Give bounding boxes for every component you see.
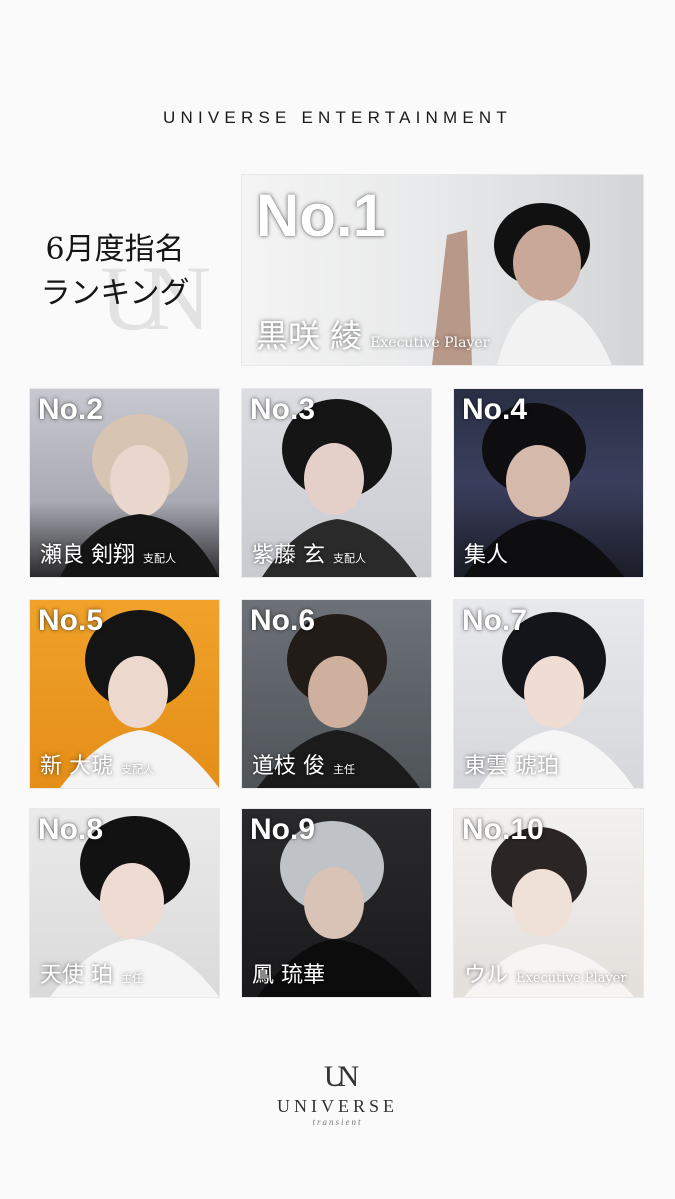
host-position: 主任 (333, 763, 355, 776)
host-position: 支配人 (143, 552, 176, 565)
ranking-title: UN 6月度指名 ランキング (30, 228, 220, 368)
title-line-1: 6月度指名 (45, 232, 185, 267)
host-position: 支配人 (333, 552, 366, 565)
host-position: Executive Player (516, 971, 627, 986)
rank-label: No.4 (462, 393, 528, 426)
title-line-2: ランキング (40, 276, 190, 311)
rank-label: No.7 (462, 604, 528, 637)
host-name: 集人 (464, 543, 509, 568)
ranking-card-2[interactable]: No.2 瀬良 剣翔 支配人 (30, 389, 219, 577)
rank-label: No.10 (462, 813, 544, 846)
footer-brand: UNIVERSE (277, 1096, 398, 1116)
ranking-card-9[interactable]: No.9 鳳 琉華 (242, 809, 431, 997)
universe-logo-mark: UN (323, 1060, 359, 1093)
ranking-card-10[interactable]: No.10 ウル Executive Player (454, 809, 643, 997)
rank-label: No.8 (38, 813, 104, 846)
host-name: 東雲 琥珀 (464, 754, 559, 779)
rank-label: No.6 (250, 604, 316, 637)
rank-label: No.5 (38, 604, 104, 637)
ranking-card-4[interactable]: No.4 集人 (454, 389, 643, 577)
footer-logo: UN UNIVERSE transient (0, 1060, 675, 1127)
host-name: ウル (464, 963, 509, 988)
host-position: Executive Player (370, 335, 490, 351)
ranking-card-3[interactable]: No.3 紫藤 玄 支配人 (242, 389, 431, 577)
rank-label: No.1 (256, 182, 387, 249)
ranking-card-7[interactable]: No.7 東雲 琥珀 (454, 600, 643, 788)
ranking-card-1[interactable]: No.1 黒咲 綾 Executive Player (242, 175, 643, 365)
host-name: 道枝 俊 (252, 754, 325, 779)
host-name: 黒咲 綾 (256, 317, 363, 355)
host-position: 主任 (121, 972, 143, 985)
ranking-card-6[interactable]: No.6 道枝 俊 主任 (242, 600, 431, 788)
rank-label: No.3 (250, 393, 316, 426)
host-name: 紫藤 玄 (252, 543, 325, 568)
brand-header: UNIVERSE ENTERTAINMENT (163, 108, 512, 127)
host-name: 新 大琥 (40, 754, 113, 779)
host-name: 瀬良 剣翔 (40, 543, 135, 568)
rank-label: No.2 (38, 393, 104, 426)
rank-label: No.9 (250, 813, 316, 846)
host-name: 鳳 琉華 (252, 963, 325, 988)
ranking-card-8[interactable]: No.8 天使 珀 主任 (30, 809, 219, 997)
host-position: 支配人 (121, 763, 154, 776)
host-name: 天使 珀 (40, 963, 113, 988)
ranking-card-5[interactable]: No.5 新 大琥 支配人 (30, 600, 219, 788)
footer-subtitle: transient (312, 1117, 363, 1127)
